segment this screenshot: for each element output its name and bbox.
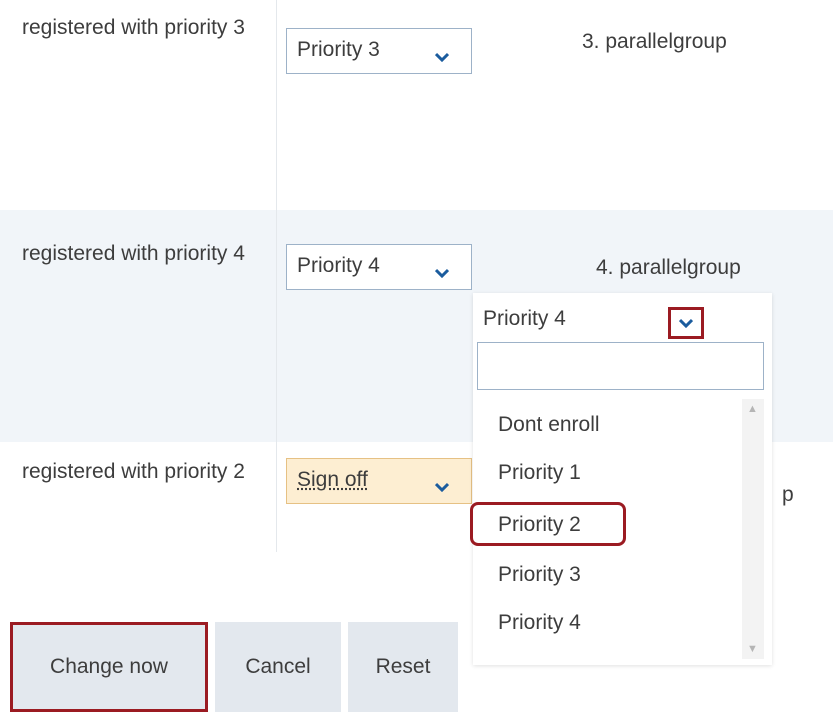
chevron-down-icon bbox=[434, 474, 450, 498]
priority-dropdown-panel: Priority 4 Dont enroll Priority 1 Priori… bbox=[473, 293, 772, 665]
dropdown-selected-value: Priority 4 bbox=[483, 307, 566, 330]
scroll-up-icon[interactable]: ▲ bbox=[747, 403, 758, 415]
sign-off-value: Sign off bbox=[297, 468, 368, 491]
priority-select-value: Priority 4 bbox=[297, 254, 380, 277]
dropdown-header[interactable]: Priority 4 bbox=[473, 293, 772, 343]
parallel-group: 3. parallelgroup bbox=[582, 30, 727, 53]
chevron-down-icon bbox=[434, 260, 450, 284]
cancel-button[interactable]: Cancel bbox=[215, 622, 341, 712]
priority-select[interactable]: Priority 3 bbox=[286, 28, 472, 74]
dropdown-option[interactable]: Priority 1 bbox=[498, 461, 581, 485]
column-divider bbox=[276, 0, 277, 552]
priority-select-value: Priority 3 bbox=[297, 38, 380, 61]
registration-status: registered with priority 4 bbox=[22, 242, 245, 265]
dropdown-toggle-button[interactable] bbox=[668, 307, 704, 339]
chevron-down-icon bbox=[434, 44, 450, 68]
sign-off-select[interactable]: Sign off bbox=[286, 458, 472, 504]
dropdown-option[interactable]: Priority 4 bbox=[498, 611, 581, 635]
dropdown-search-input[interactable] bbox=[477, 342, 764, 390]
priority-select[interactable]: Priority 4 bbox=[286, 244, 472, 290]
dropdown-option[interactable]: Priority 3 bbox=[498, 563, 581, 587]
scroll-down-icon[interactable]: ▼ bbox=[747, 643, 758, 655]
change-now-button[interactable]: Change now bbox=[10, 622, 208, 712]
dropdown-option[interactable]: Dont enroll bbox=[498, 413, 600, 437]
dropdown-scrollbar[interactable]: ▲ ▼ bbox=[742, 399, 764, 659]
registration-status: registered with priority 3 bbox=[22, 16, 245, 39]
highlight-frame bbox=[470, 502, 626, 546]
chevron-down-icon bbox=[679, 318, 693, 328]
reset-button[interactable]: Reset bbox=[348, 622, 458, 712]
parallel-group: 4. parallelgroup bbox=[596, 256, 741, 279]
registration-status: registered with priority 2 bbox=[22, 460, 245, 483]
parallel-group-partial: p bbox=[782, 483, 794, 506]
